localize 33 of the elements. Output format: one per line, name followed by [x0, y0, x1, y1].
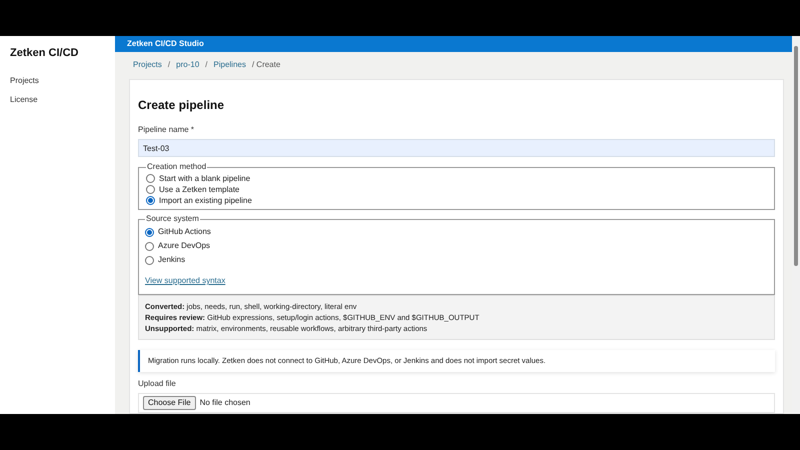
choose-file-button[interactable]: Choose File: [143, 396, 196, 410]
form-heading: Create pipeline: [138, 97, 226, 114]
pipeline-name-field[interactable]: Test-03: [138, 139, 775, 157]
radio-label: Jenkins: [158, 254, 186, 266]
sidebar-item[interactable]: Projects: [10, 74, 105, 94]
breadcrumb-current: / Create: [252, 59, 280, 72]
breadcrumb-link[interactable]: Pipelines: [214, 59, 246, 72]
breadcrumb-separator: /: [168, 59, 170, 72]
radio-label: Import an existing pipeline: [159, 194, 252, 206]
radio-button[interactable]: [146, 185, 155, 194]
sidebar-item[interactable]: License: [10, 94, 105, 112]
supported-syntax-link[interactable]: View supported syntax: [145, 276, 226, 285]
radio-button[interactable]: [145, 242, 154, 250]
file-status: No file chosen: [200, 397, 250, 409]
radio-button[interactable]: [146, 196, 155, 205]
breadcrumb-separator: /: [205, 59, 208, 72]
breadcrumb-link[interactable]: pro-10: [176, 59, 200, 72]
file-upload-field[interactable]: Choose File No file chosen: [138, 393, 775, 413]
header-title: Zetken CI/CD Studio: [127, 38, 204, 50]
group-legend: Creation method: [146, 161, 208, 173]
radio-label: Start with a blank pipeline: [159, 172, 250, 184]
field-label: Upload file: [138, 378, 177, 390]
radio-button[interactable]: [146, 174, 155, 183]
radio-button[interactable]: [145, 228, 154, 236]
radio-button[interactable]: [145, 256, 154, 264]
radio-label: GitHub Actions: [158, 226, 211, 238]
radio-label: Azure DevOps: [158, 240, 210, 252]
scrollbar-thumb[interactable]: [794, 46, 798, 266]
radio-label: Use a Zetken template: [159, 184, 240, 196]
field-label: Pipeline name *: [138, 124, 196, 136]
breadcrumb-link[interactable]: Projects: [133, 59, 162, 72]
group-legend: Source system: [145, 213, 200, 225]
app-title: Zetken CI/CD: [10, 46, 80, 61]
